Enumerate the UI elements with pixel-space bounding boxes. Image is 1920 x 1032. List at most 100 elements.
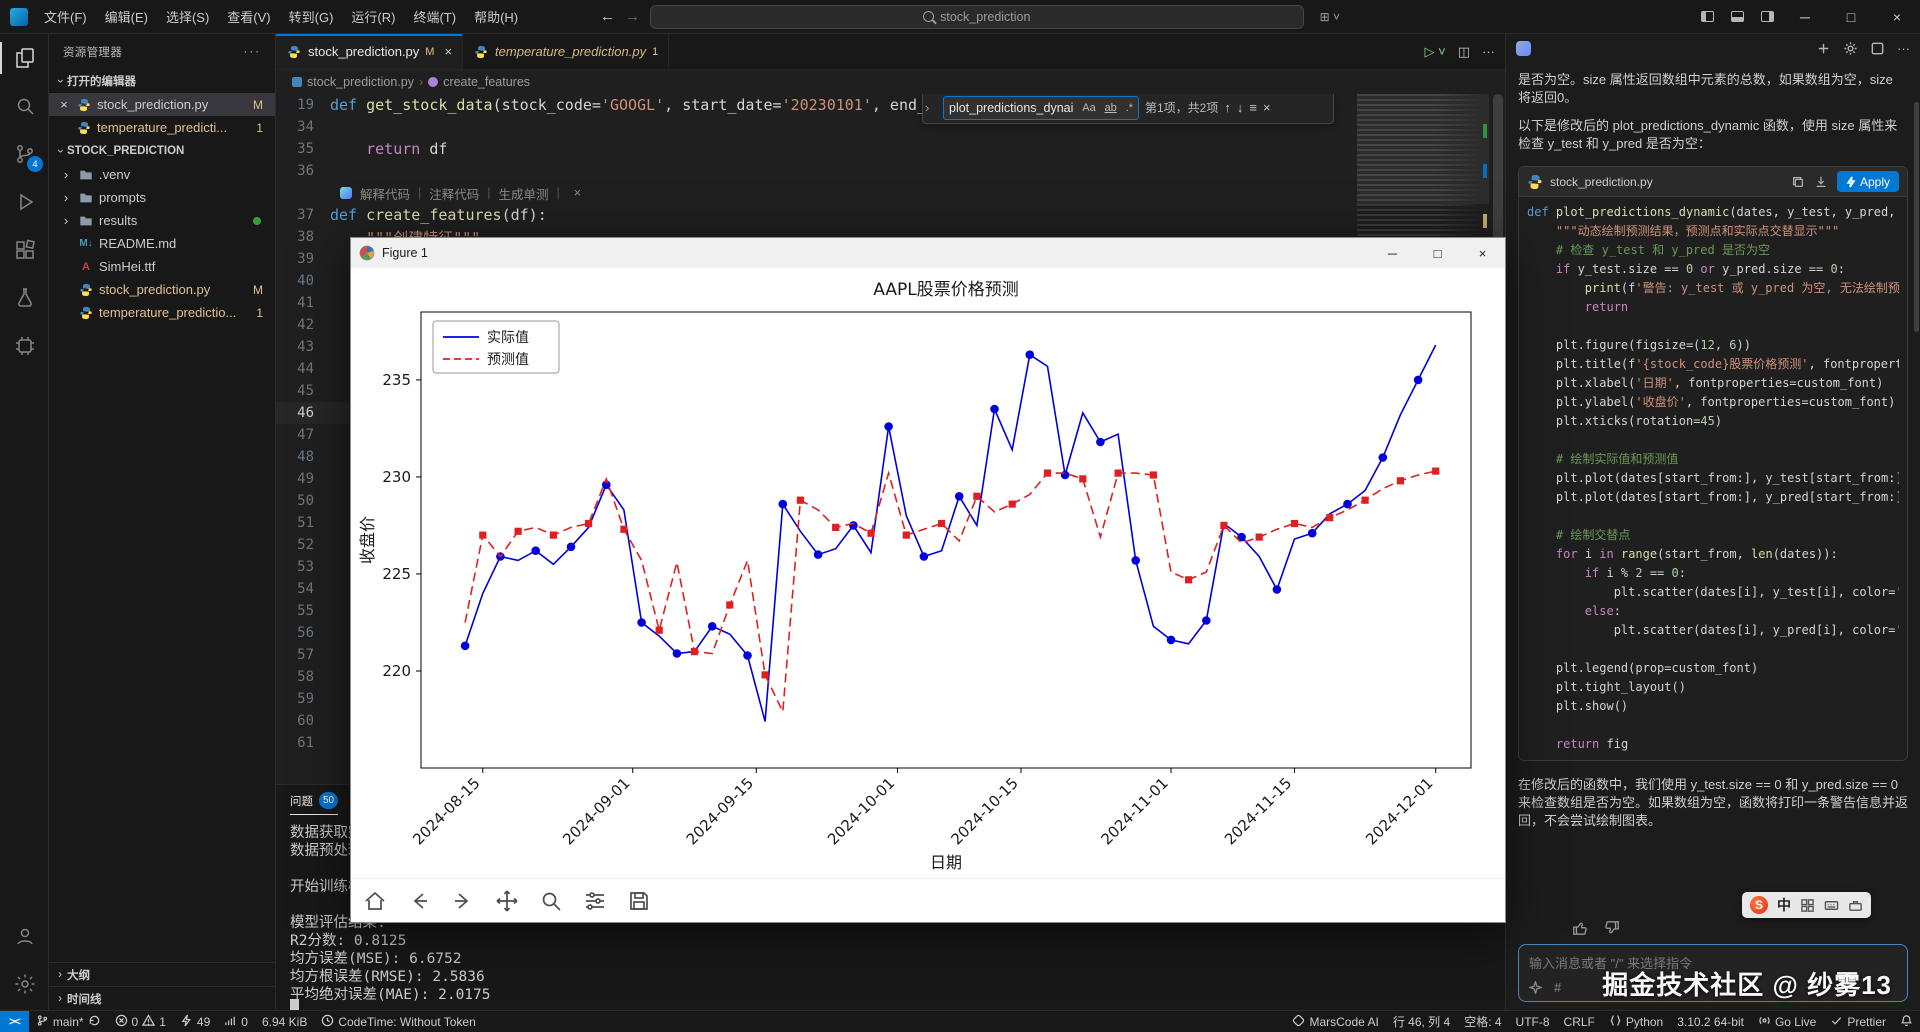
statusbar-item[interactable]: 01 (108, 1011, 173, 1032)
inline-action[interactable]: 生成单测 (499, 184, 549, 203)
find-in-selection-icon[interactable]: ≡ (1249, 100, 1257, 115)
file-tree-item[interactable]: temperature_predictio...1 (49, 301, 275, 324)
code-line[interactable]: 37def create_features(df): (276, 204, 1505, 226)
apply-button[interactable]: Apply (1837, 171, 1899, 192)
statusbar-item[interactable]: MarsCode AI (1285, 1011, 1385, 1032)
copy-icon[interactable] (1791, 175, 1805, 189)
forward-icon[interactable] (451, 889, 475, 913)
context-hash-icon[interactable]: # (1554, 980, 1561, 995)
statusbar-item[interactable]: CRLF (1557, 1011, 1602, 1032)
remote-indicator[interactable]: >< (0, 1011, 29, 1032)
sliders-icon[interactable] (583, 889, 607, 913)
editor-tab[interactable]: temperature_prediction.py 1 (463, 34, 669, 69)
back-icon[interactable]: ← (600, 8, 615, 25)
panel-more-icon[interactable]: ··· (1897, 41, 1910, 56)
find-close-icon[interactable]: × (1263, 100, 1271, 115)
ime-toolbox-icon[interactable] (1848, 898, 1863, 913)
activitybar-search-icon[interactable] (0, 82, 49, 130)
run-python-file-icon[interactable]: ▷ ˅ (1425, 44, 1446, 60)
statusbar-item[interactable]: 空格: 4 (1457, 1011, 1508, 1032)
menu-item-7[interactable]: 帮助(H) (466, 4, 526, 29)
toggle-panel-icon[interactable] (1722, 0, 1752, 33)
ime-language-toggle[interactable]: 中 (1777, 895, 1791, 915)
figure-titlebar[interactable]: Figure 1 ─ □ × (351, 238, 1505, 268)
insert-code-icon[interactable] (1814, 175, 1828, 189)
menu-item-3[interactable]: 查看(V) (219, 4, 278, 29)
close-icon[interactable]: × (444, 44, 452, 59)
activitybar-settings-gear-icon[interactable] (0, 960, 49, 1008)
timeline-section[interactable]: › 时间线 (49, 986, 275, 1010)
open-in-window-icon[interactable] (1870, 41, 1885, 56)
editor-tab[interactable]: stock_prediction.py M × (276, 34, 463, 69)
panel-scrollbar[interactable] (1914, 102, 1919, 332)
thumbs-down-icon[interactable] (1604, 920, 1620, 936)
figure-window[interactable]: Figure 1 ─ □ × AAPL股票价格预测220225230235202… (350, 237, 1506, 923)
statusbar-item[interactable]: 0 (217, 1011, 255, 1032)
activitybar-scm-icon[interactable]: 4 (0, 130, 49, 178)
close-icon[interactable]: × (574, 186, 581, 200)
file-tree-item[interactable]: ›prompts (49, 186, 275, 209)
sogou-logo-icon[interactable]: S (1750, 896, 1768, 914)
close-icon[interactable]: × (57, 97, 71, 112)
statusbar-item[interactable]: 行 46, 列 4 (1386, 1011, 1457, 1032)
maximize-button[interactable]: □ (1828, 0, 1874, 33)
statusbar-item[interactable]: UTF-8 (1509, 1011, 1557, 1032)
open-editor-item[interactable]: × stock_prediction.py M (49, 93, 275, 116)
file-tree-item[interactable]: M↓README.md (49, 232, 275, 255)
find-next-icon[interactable]: ↓ (1237, 100, 1244, 115)
activitybar-account-icon[interactable] (0, 912, 49, 960)
activitybar-testing-icon[interactable] (0, 274, 49, 322)
minimize-button[interactable]: ─ (1782, 0, 1828, 33)
split-editor-icon[interactable]: ◫ (1458, 44, 1470, 60)
ime-keyboard-icon[interactable] (1824, 898, 1839, 913)
inline-action[interactable]: 解释代码 (360, 184, 410, 203)
figure-close-button[interactable]: × (1460, 238, 1505, 268)
more-actions-icon[interactable]: ··· (244, 46, 262, 58)
activitybar-explorer-icon[interactable] (0, 34, 49, 82)
match-case-icon[interactable]: Aa (1082, 102, 1095, 114)
statusbar-item[interactable]: Prettier (1823, 1011, 1893, 1032)
menu-item-1[interactable]: 编辑(E) (97, 4, 156, 29)
file-tree-item[interactable]: ASimHei.ttf (49, 255, 275, 278)
save-icon[interactable] (627, 889, 651, 913)
menu-item-6[interactable]: 终端(T) (405, 4, 464, 29)
breadcrumb[interactable]: stock_prediction.py › create_features (276, 70, 1505, 94)
figure-minimize-button[interactable]: ─ (1370, 238, 1415, 268)
statusbar-item[interactable]: 49 (173, 1011, 217, 1032)
pan-icon[interactable] (495, 889, 519, 913)
commands-icon[interactable] (1529, 981, 1542, 994)
editor-more-actions-icon[interactable]: ··· (1482, 44, 1495, 59)
zoom-icon[interactable] (539, 889, 563, 913)
close-button[interactable]: × (1874, 0, 1920, 33)
toggle-secondary-sidebar-icon[interactable] (1752, 0, 1782, 33)
menu-item-5[interactable]: 运行(R) (343, 4, 403, 29)
suggested-code[interactable]: def plot_predictions_dynamic(dates, y_te… (1519, 197, 1907, 760)
activitybar-ai-icon[interactable] (0, 322, 49, 370)
menu-item-4[interactable]: 转到(G) (281, 4, 342, 29)
statusbar-item[interactable]: Go Live (1751, 1011, 1823, 1032)
activitybar-debug-icon[interactable] (0, 178, 49, 226)
open-editors-header[interactable]: › 打开的编辑器 (49, 69, 275, 93)
statusbar-item[interactable]: CodeTime: Without Token (314, 1011, 482, 1032)
inline-action[interactable]: 注释代码 (429, 184, 479, 203)
activitybar-extensions-icon[interactable] (0, 226, 49, 274)
find-previous-icon[interactable]: ↑ (1224, 100, 1231, 115)
figure-maximize-button[interactable]: □ (1415, 238, 1460, 268)
ime-grid-icon[interactable] (1800, 898, 1815, 913)
find-input[interactable]: plot_predictions_dynai Aa ab .* (943, 96, 1139, 120)
file-tree-item[interactable]: stock_prediction.pyM (49, 278, 275, 301)
open-editor-item[interactable]: temperature_predicti... 1 (49, 116, 275, 139)
menu-item-0[interactable]: 文件(F) (36, 4, 95, 29)
back-icon[interactable] (407, 889, 431, 913)
gear-icon[interactable] (1843, 41, 1858, 56)
statusbar-item[interactable]: 6.94 KiB (255, 1011, 314, 1032)
inline-ai-actions[interactable]: 解释代码|注释代码|生成单测 |× (276, 182, 1505, 204)
command-center-search[interactable]: stock_prediction (650, 5, 1304, 29)
outline-section[interactable]: › 大纲 (49, 962, 275, 986)
forward-icon[interactable]: → (625, 8, 640, 25)
statusbar-item[interactable]: 3.10.2 64-bit (1670, 1011, 1751, 1032)
statusbar-item[interactable]: Python (1602, 1011, 1670, 1032)
thumbs-up-icon[interactable] (1572, 920, 1588, 936)
new-chat-icon[interactable] (1816, 41, 1831, 56)
workspace-header[interactable]: › STOCK_PREDICTION (49, 139, 275, 163)
